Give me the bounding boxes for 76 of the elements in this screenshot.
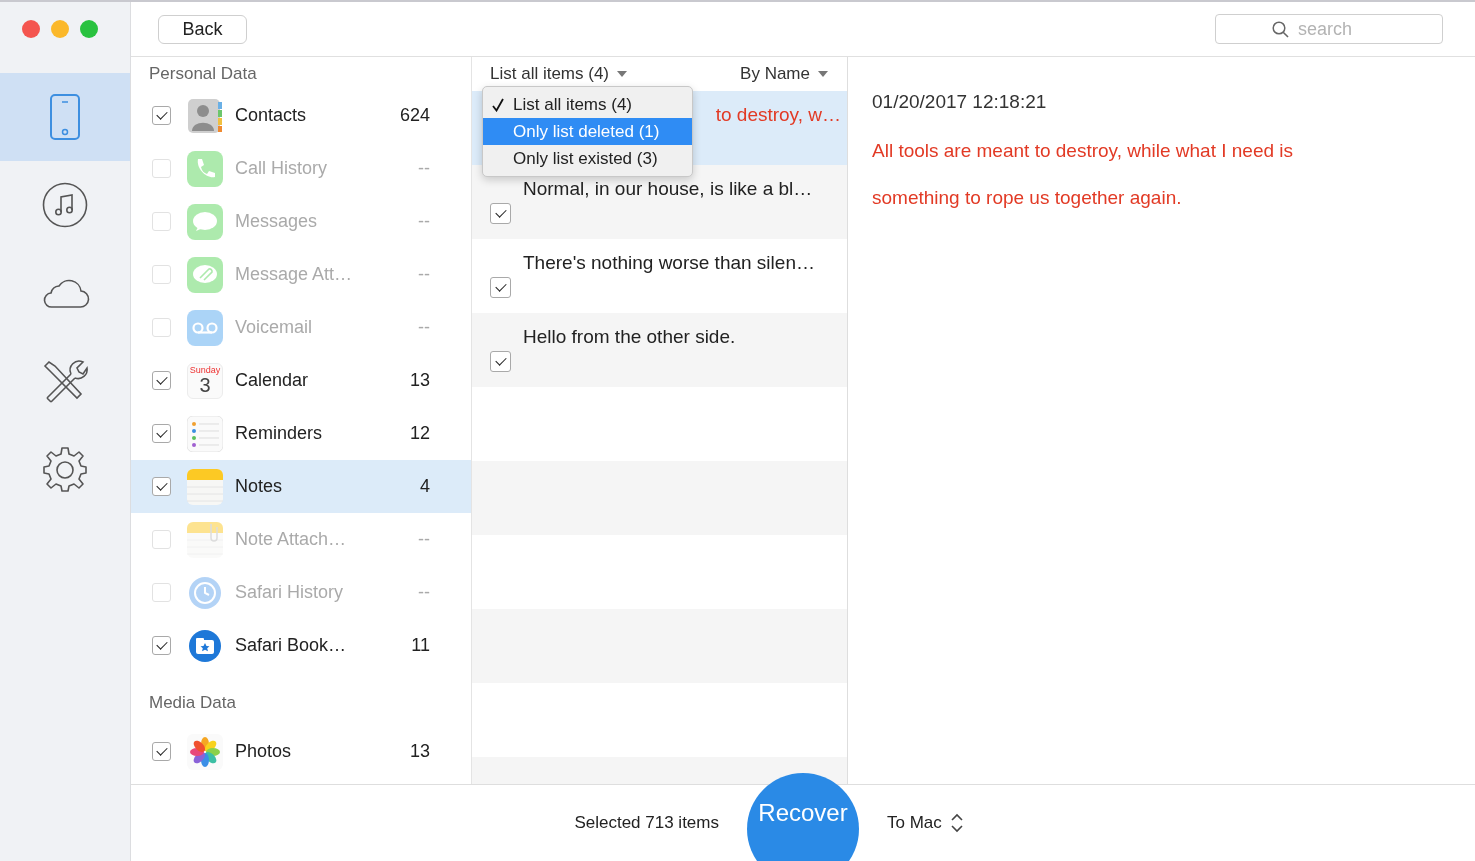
item-count: -- bbox=[418, 264, 430, 285]
contacts-icon bbox=[187, 97, 223, 134]
paperclip-bubble-icon bbox=[187, 256, 223, 293]
caret-icon bbox=[617, 71, 628, 77]
item-count: 11 bbox=[411, 635, 430, 656]
close-icon[interactable] bbox=[22, 20, 40, 38]
note-title: Hello from the other side. bbox=[523, 325, 736, 349]
note-text: All tools are meant to destroy, while what I need is something to rope us together again. bbox=[872, 139, 1295, 210]
checkbox[interactable] bbox=[152, 636, 171, 655]
checkbox[interactable] bbox=[152, 742, 171, 761]
category-name: Call History bbox=[235, 158, 328, 179]
item-count: 12 bbox=[409, 423, 430, 444]
checkbox[interactable] bbox=[152, 106, 171, 125]
caret-icon bbox=[818, 71, 828, 77]
category-name: Voicemail bbox=[235, 317, 314, 338]
checkbox[interactable] bbox=[490, 351, 511, 372]
back-button[interactable]: Back bbox=[158, 14, 247, 44]
note-title: to destroy, w… bbox=[715, 103, 841, 127]
zoom-icon[interactable] bbox=[80, 20, 98, 38]
timestamp: 01/20/2017 12:18:21 bbox=[872, 91, 1048, 113]
item-count: -- bbox=[418, 582, 430, 603]
notepad-icon bbox=[187, 468, 223, 505]
category-name: Safari History bbox=[235, 582, 345, 603]
tools-icon bbox=[41, 358, 89, 404]
search-field[interactable]: search bbox=[1215, 14, 1443, 44]
category-name: Message Att… bbox=[235, 264, 354, 285]
checkbox[interactable] bbox=[152, 371, 171, 390]
category-name: Contacts bbox=[235, 105, 308, 126]
section-heading: Media Data bbox=[148, 692, 237, 714]
category-name: Calendar bbox=[235, 370, 310, 391]
item-count: 13 bbox=[409, 370, 430, 391]
voicemail-icon bbox=[187, 309, 223, 346]
category-row[interactable]: Photos 13 bbox=[131, 725, 471, 778]
settings-icon bbox=[42, 446, 88, 492]
category-name: Photos bbox=[235, 741, 293, 762]
checkbox[interactable] bbox=[490, 203, 511, 224]
calendar-icon: Sunday 3 bbox=[187, 362, 223, 399]
item-count: -- bbox=[418, 317, 430, 338]
selection-count: Selected 713 items bbox=[574, 813, 719, 833]
category-name: Messages bbox=[235, 211, 319, 232]
speech-bubble-icon bbox=[187, 203, 223, 240]
item-count: 4 bbox=[420, 476, 430, 497]
note-title: There's nothing worse than silen… bbox=[523, 251, 815, 275]
phone-icon bbox=[187, 150, 223, 187]
menu-item[interactable]: List all items (4) bbox=[483, 91, 692, 118]
category-row[interactable]: Sunday 3 Calendar 13 bbox=[131, 354, 471, 407]
recover-button[interactable]: Recover bbox=[747, 773, 859, 861]
bookmark-folder-icon bbox=[187, 627, 223, 664]
note-title: Normal, in our house, is like a bl… bbox=[523, 177, 813, 201]
sort-dropdown[interactable]: By Name bbox=[740, 64, 828, 84]
category-name: Reminders bbox=[235, 423, 324, 444]
item-count: 624 bbox=[399, 105, 430, 126]
item-count: 13 bbox=[409, 741, 430, 762]
item-count: -- bbox=[418, 158, 430, 179]
list-icon bbox=[187, 415, 223, 452]
section-heading: Personal Data bbox=[148, 63, 258, 85]
filter-dropdown[interactable]: List all items (4) bbox=[490, 64, 628, 84]
category-row[interactable]: Safari Book… 11 bbox=[131, 619, 471, 672]
checkbox[interactable] bbox=[490, 277, 511, 298]
category-name: Safari Book… bbox=[235, 635, 348, 656]
checkbox[interactable] bbox=[152, 424, 171, 443]
item-count: -- bbox=[418, 211, 430, 232]
category-row[interactable]: Notes 4 bbox=[131, 460, 471, 513]
phone-icon bbox=[49, 93, 81, 141]
category-name: Notes bbox=[235, 476, 284, 497]
item-count: -- bbox=[418, 529, 430, 550]
category-row[interactable]: Contacts 624 bbox=[131, 89, 471, 142]
music-icon bbox=[42, 182, 88, 228]
clock-icon bbox=[187, 574, 223, 611]
checkbox[interactable] bbox=[152, 477, 171, 496]
nav-tab[interactable] bbox=[0, 73, 130, 161]
category-name: Note Attach… bbox=[235, 529, 348, 550]
updown-icon bbox=[950, 813, 963, 833]
destination-selector[interactable]: To Mac bbox=[887, 813, 963, 833]
notepad-paperclip-icon bbox=[187, 521, 223, 558]
category-row[interactable]: Reminders 12 bbox=[131, 407, 471, 460]
